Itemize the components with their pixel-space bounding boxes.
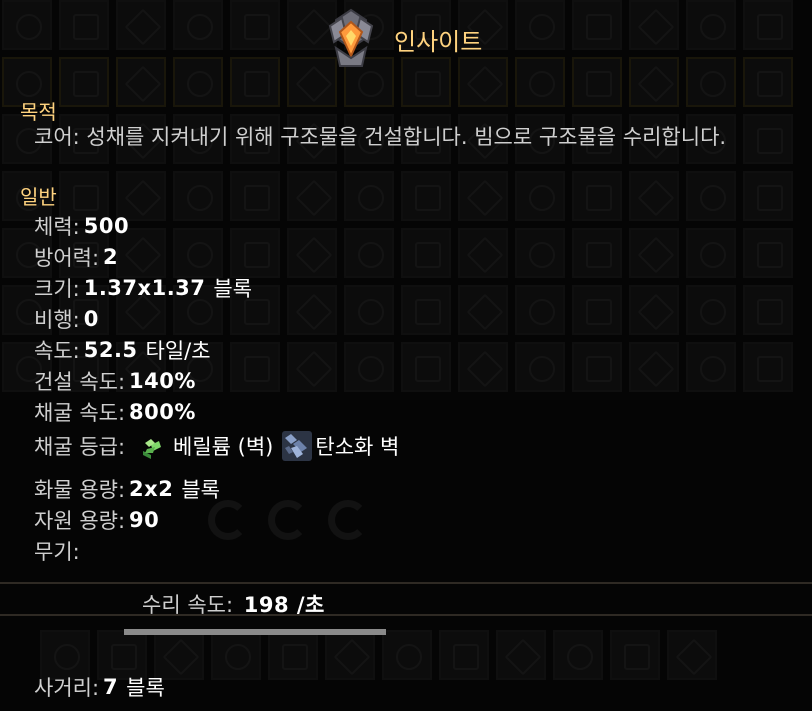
tier-item-name: 베릴륨 (벽) xyxy=(173,435,274,459)
stat-unit: 블록 xyxy=(126,676,165,700)
stat-weapons: 무기: xyxy=(34,536,80,566)
stat-label: 체력: xyxy=(34,215,80,239)
stat-value: 0 xyxy=(83,307,99,331)
unit-description: 코어: 성채를 지켜내기 위해 구조물을 건설합니다. 빔으로 구조물을 수리합… xyxy=(34,125,727,149)
stat-value: 800% xyxy=(129,400,196,424)
tier-item-name: 탄소화 벽 xyxy=(315,435,400,459)
stat-label: 비행: xyxy=(34,308,80,332)
stat-value: 7 xyxy=(103,675,119,699)
stat-value: 52.5 xyxy=(83,338,138,362)
stat-label: 크기: xyxy=(34,277,80,301)
stat-label: 방어력: xyxy=(34,246,100,270)
stat-resource-capacity: 자원 용량: 90 xyxy=(34,505,159,535)
repair-speed-bar xyxy=(124,629,386,635)
stat-flying: 비행: 0 xyxy=(34,304,99,334)
stat-value: 500 xyxy=(83,214,130,238)
stat-label: 속도: xyxy=(34,339,80,363)
stat-unit: 블록 xyxy=(213,277,253,301)
stat-label: 화물 용량: xyxy=(34,478,126,502)
stat-label: 무기: xyxy=(34,540,80,564)
stat-value: 90 xyxy=(129,508,160,532)
stat-label: 자원 용량: xyxy=(34,509,126,533)
stat-value: 1.37x1.37 xyxy=(83,276,206,300)
repair-speed-bar-fill xyxy=(124,629,386,635)
stat-build-speed: 건설 속도: 140% xyxy=(34,366,196,396)
stat-value: 198 /초 xyxy=(243,593,325,617)
divider-line xyxy=(0,614,812,616)
tungsten-carbide-wall-icon xyxy=(282,431,313,461)
stat-item-capacity: 화물 용량: 2x2 블록 xyxy=(34,474,220,504)
stat-unit: 블록 xyxy=(181,478,220,502)
stat-range: 사거리: 7 블록 xyxy=(34,672,165,702)
repair-speed: 수리 속도: 198 /초 xyxy=(142,589,325,619)
stat-size: 크기: 1.37x1.37 블록 xyxy=(34,273,252,303)
stat-label: 사거리: xyxy=(34,676,100,700)
stat-health: 체력: 500 xyxy=(34,211,129,241)
divider-line xyxy=(0,582,812,584)
stat-value: 2 xyxy=(103,245,119,269)
beryllium-wall-icon xyxy=(143,439,162,459)
stat-label: 채굴 속도: xyxy=(34,401,126,425)
unit-header: 인사이트 xyxy=(322,8,482,70)
stat-mine-speed: 채굴 속도: 800% xyxy=(34,397,196,427)
section-general-heading: 일반 xyxy=(20,185,57,209)
stat-label: 채굴 등급: xyxy=(34,435,126,459)
stat-value: 2x2 xyxy=(129,477,174,501)
stat-label: 수리 속도: xyxy=(142,593,234,617)
stat-speed: 속도: 52.5 타일/초 xyxy=(34,335,211,365)
stat-armor: 방어력: 2 xyxy=(34,242,118,272)
insight-core-unit-icon xyxy=(328,8,374,67)
section-purpose-heading: 목적 xyxy=(20,100,57,124)
stat-value: 140% xyxy=(129,369,196,393)
stat-unit: 타일/초 xyxy=(145,339,211,363)
stat-mine-tier: 채굴 등급: 베릴륨 (벽) 탄소화 벽 xyxy=(34,430,399,462)
stat-label: 건설 속도: xyxy=(34,370,126,394)
unit-info-screen: { "unit": { "name": "인사이트", "icon": "ins… xyxy=(0,0,812,711)
unit-title: 인사이트 xyxy=(394,27,483,56)
